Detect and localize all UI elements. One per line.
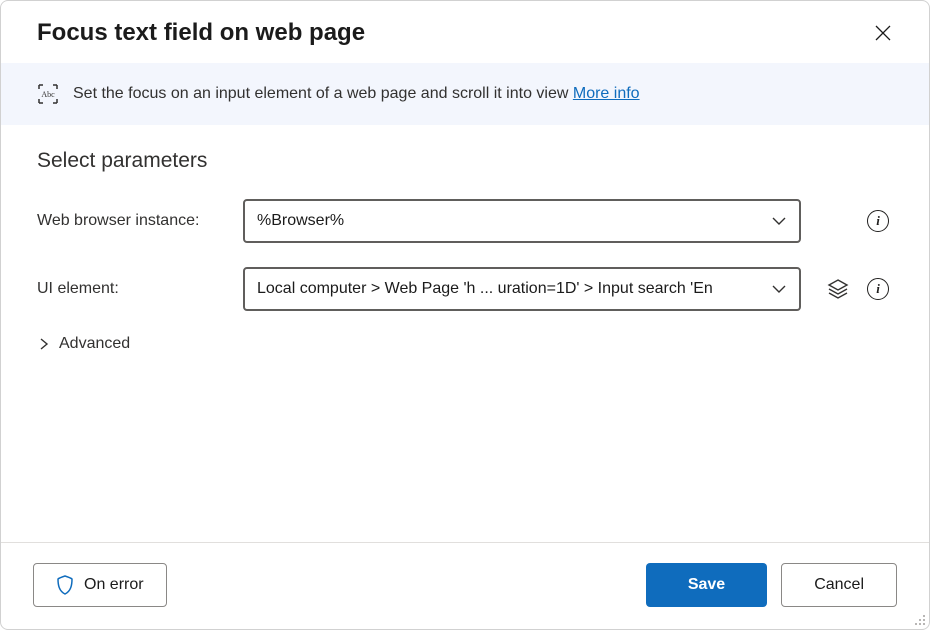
dialog-header: Focus text field on web page xyxy=(1,1,929,63)
svg-text:Abc: Abc xyxy=(41,90,55,99)
footer-right: Save Cancel xyxy=(646,563,897,607)
param-row-browser-instance: Web browser instance: %Browser% i xyxy=(37,199,893,243)
info-icon: i xyxy=(867,278,889,300)
param-row-ui-element: UI element: Local computer > Web Page 'h… xyxy=(37,267,893,311)
chevron-down-icon xyxy=(771,213,787,229)
cancel-button[interactable]: Cancel xyxy=(781,563,897,607)
ui-element-value: Local computer > Web Page 'h ... uration… xyxy=(257,280,713,298)
ui-element-dropdown[interactable]: Local computer > Web Page 'h ... uration… xyxy=(243,267,801,311)
ui-element-label: UI element: xyxy=(37,280,229,298)
browser-instance-value: %Browser% xyxy=(257,212,344,230)
close-icon xyxy=(875,25,891,41)
dialog-content: Select parameters Web browser instance: … xyxy=(1,125,929,542)
ui-element-actions: i xyxy=(815,274,893,304)
advanced-label: Advanced xyxy=(59,335,130,353)
banner-description: Set the focus on an input element of a w… xyxy=(73,85,573,102)
dialog-title: Focus text field on web page xyxy=(37,19,365,47)
on-error-button[interactable]: On error xyxy=(33,563,167,607)
browser-instance-dropdown[interactable]: %Browser% xyxy=(243,199,801,243)
section-heading: Select parameters xyxy=(37,149,893,173)
dialog-footer: On error Save Cancel xyxy=(1,542,929,629)
browser-instance-actions: i xyxy=(815,206,893,236)
resize-grip-icon[interactable] xyxy=(912,612,926,626)
dialog-window: Focus text field on web page Abc Set the… xyxy=(0,0,930,630)
save-button[interactable]: Save xyxy=(646,563,767,607)
on-error-label: On error xyxy=(84,576,144,594)
browser-instance-info-button[interactable]: i xyxy=(863,206,893,236)
text-field-icon: Abc xyxy=(37,83,59,105)
layers-icon xyxy=(827,278,849,300)
shield-icon xyxy=(56,575,74,595)
ui-element-picker-button[interactable] xyxy=(823,274,853,304)
info-banner: Abc Set the focus on an input element of… xyxy=(1,63,929,125)
ui-element-info-button[interactable]: i xyxy=(863,274,893,304)
browser-instance-label: Web browser instance: xyxy=(37,212,229,230)
close-button[interactable] xyxy=(869,19,897,47)
banner-text: Set the focus on an input element of a w… xyxy=(73,85,640,103)
info-icon: i xyxy=(867,210,889,232)
chevron-down-icon xyxy=(771,281,787,297)
chevron-right-icon xyxy=(37,337,51,351)
advanced-toggle[interactable]: Advanced xyxy=(37,335,893,353)
more-info-link[interactable]: More info xyxy=(573,85,640,102)
